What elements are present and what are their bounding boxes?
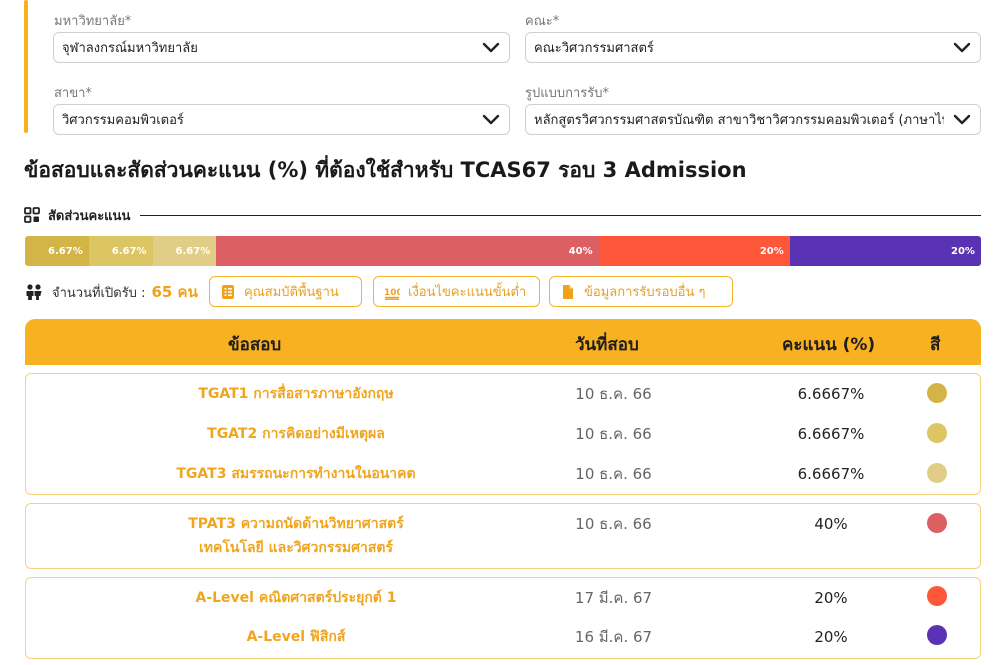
ratio-segment: 40% bbox=[216, 236, 599, 266]
page-title: ข้อสอบและสัดส่วนคะแนน (%) ที่ต้องใช้สำหร… bbox=[24, 158, 747, 182]
chevron-down-icon bbox=[953, 42, 971, 53]
university-select[interactable]: จุฬาลงกรณ์มหาวิทยาลัย bbox=[53, 32, 510, 63]
faculty-label: คณะ* bbox=[525, 14, 560, 29]
other-rounds-label: ข้อมูลการรับรอบอื่น ๆ bbox=[584, 285, 706, 300]
min-score-label: เงื่อนไขคะแนนขั้นต่ำ bbox=[408, 285, 527, 300]
chevron-down-icon bbox=[953, 114, 971, 125]
section-divider bbox=[140, 214, 981, 216]
header-subject: ข้อสอบ bbox=[228, 335, 282, 355]
faculty-select[interactable]: คณะวิศวกรรมศาสตร์ bbox=[525, 32, 981, 63]
exam-subject: TGAT2 การคิดอย่างมีเหตุผล bbox=[207, 426, 385, 442]
major-label: สาขา* bbox=[54, 86, 92, 101]
exam-group: A-Level คณิตศาสตร์ประยุกต์ 1 17 มี.ค. 67… bbox=[25, 577, 981, 659]
table-row: A-Level คณิตศาสตร์ประยุกต์ 1 17 มี.ค. 67… bbox=[26, 586, 980, 610]
ratio-segment: 6.67% bbox=[88, 236, 153, 266]
exam-score: 6.6667% bbox=[797, 425, 865, 443]
major-value: วิศวกรรมคอมพิวเตอร์ bbox=[62, 113, 184, 128]
ratio-section-label: สัดส่วนคะแนน bbox=[48, 208, 131, 224]
grid-icon bbox=[24, 207, 40, 223]
exam-subject: TGAT3 สมรรถนะการทำงานในอนาคต bbox=[176, 466, 416, 482]
table-row: TPAT3 ความถนัดด้านวิทยาศาสตร์ เทคโนโลยี … bbox=[26, 512, 980, 560]
chevron-down-icon bbox=[482, 114, 500, 125]
exam-subject: A-Level คณิตศาสตร์ประยุกต์ 1 bbox=[195, 590, 397, 606]
exam-subject: TGAT1 การสื่อสารภาษาอังกฤษ bbox=[198, 386, 394, 402]
table-row: TGAT3 สมรรถนะการทำงานในอนาคต 10 ธ.ค. 66 … bbox=[26, 462, 980, 486]
program-select[interactable]: หลักสูตรวิศวกรรมศาสตรบัณฑิต สาขาวิชาวิศว… bbox=[525, 104, 981, 135]
exam-subject: TPAT3 ความถนัดด้านวิทยาศาสตร์ เทคโนโลยี … bbox=[188, 516, 404, 556]
exam-score: 40% bbox=[814, 515, 848, 533]
hundred-icon: 100 bbox=[384, 288, 400, 300]
exam-score: 6.6667% bbox=[797, 465, 865, 483]
seats-count: 65 คน bbox=[151, 283, 198, 301]
exam-group: TGAT1 การสื่อสารภาษาอังกฤษ 10 ธ.ค. 66 6.… bbox=[25, 373, 981, 495]
program-label: รูปแบบการรับ* bbox=[525, 86, 610, 101]
table-header: ข้อสอบ วันที่สอบ คะแนน (%) สี bbox=[25, 319, 981, 365]
faculty-value: คณะวิศวกรรมศาสตร์ bbox=[534, 41, 654, 56]
ratio-segment: 20% bbox=[789, 236, 981, 266]
exam-date: 16 มี.ค. 67 bbox=[574, 628, 653, 646]
list-icon bbox=[222, 284, 234, 299]
people-icon bbox=[26, 284, 42, 300]
header-score: คะแนน (%) bbox=[782, 335, 876, 355]
exam-group: TPAT3 ความถนัดด้านวิทยาศาสตร์ เทคโนโลยี … bbox=[25, 503, 981, 569]
table-row: A-Level ฟิสิกส์ 16 มี.ค. 67 20% bbox=[26, 625, 980, 649]
table-row: TGAT1 การสื่อสารภาษาอังกฤษ 10 ธ.ค. 66 6.… bbox=[26, 382, 980, 406]
score-ratio-bar: 6.67% 6.67% 6.67% 40% 20% 20% bbox=[25, 236, 981, 266]
filter-accent-bar bbox=[24, 0, 28, 133]
color-dot bbox=[927, 513, 947, 533]
color-dot bbox=[927, 586, 947, 606]
seats-label: จำนวนที่เปิดรับ : bbox=[52, 285, 146, 301]
ratio-section-header: สัดส่วนคะแนน bbox=[24, 205, 981, 225]
color-dot bbox=[927, 383, 947, 403]
document-icon bbox=[563, 284, 573, 299]
exam-score: 6.6667% bbox=[797, 385, 865, 403]
program-value: หลักสูตรวิศวกรรมศาสตรบัณฑิต สาขาวิชาวิศว… bbox=[534, 113, 944, 128]
university-value: จุฬาลงกรณ์มหาวิทยาลัย bbox=[62, 41, 198, 56]
exam-date: 10 ธ.ค. 66 bbox=[575, 465, 652, 483]
seats-info: จำนวนที่เปิดรับ : 65 คน bbox=[24, 280, 198, 304]
color-dot bbox=[927, 423, 947, 443]
ratio-segment: 6.67% bbox=[152, 236, 217, 266]
header-color: สี bbox=[930, 335, 941, 355]
university-label: มหาวิทยาลัย* bbox=[54, 14, 132, 29]
exam-date: 17 มี.ค. 67 bbox=[574, 589, 653, 607]
chevron-down-icon bbox=[482, 42, 500, 53]
exam-score: 20% bbox=[814, 589, 848, 607]
major-select[interactable]: วิศวกรรมคอมพิวเตอร์ bbox=[53, 104, 510, 135]
exam-score: 20% bbox=[814, 628, 848, 646]
other-rounds-button[interactable]: ข้อมูลการรับรอบอื่น ๆ bbox=[549, 276, 733, 307]
color-dot bbox=[927, 625, 947, 645]
ratio-segment: 20% bbox=[598, 236, 790, 266]
min-score-button[interactable]: 100 เงื่อนไขคะแนนขั้นต่ำ bbox=[373, 276, 540, 307]
qualifications-button[interactable]: คุณสมบัติพื้นฐาน bbox=[209, 276, 362, 307]
exam-subject: A-Level ฟิสิกส์ bbox=[246, 629, 346, 645]
exam-date: 10 ธ.ค. 66 bbox=[575, 515, 652, 533]
ratio-segment: 6.67% bbox=[25, 236, 89, 266]
table-row: TGAT2 การคิดอย่างมีเหตุผล 10 ธ.ค. 66 6.6… bbox=[26, 422, 980, 446]
exam-date: 10 ธ.ค. 66 bbox=[575, 425, 652, 443]
qualifications-label: คุณสมบัติพื้นฐาน bbox=[244, 285, 339, 300]
exam-date: 10 ธ.ค. 66 bbox=[575, 385, 652, 403]
header-date: วันที่สอบ bbox=[575, 335, 639, 355]
svg-text:100: 100 bbox=[384, 288, 400, 298]
color-dot bbox=[927, 463, 947, 483]
